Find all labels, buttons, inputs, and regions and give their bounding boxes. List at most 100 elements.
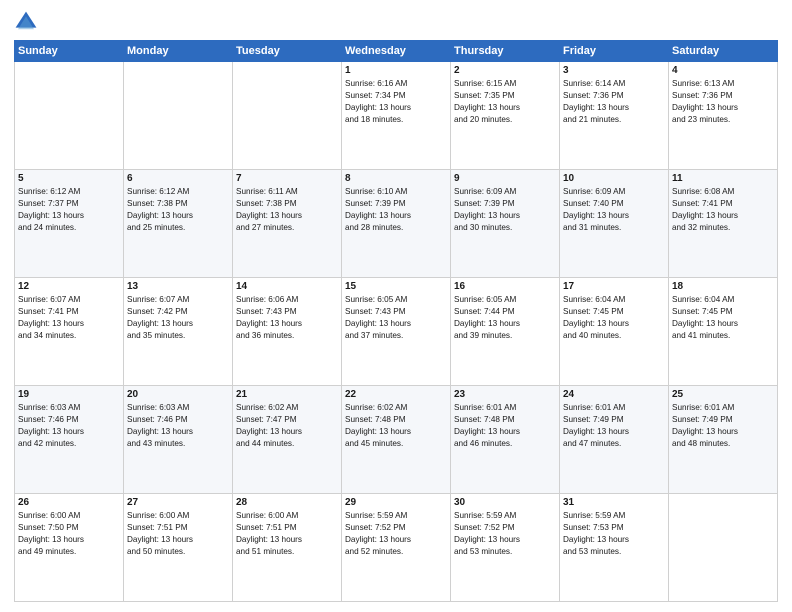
day-cell	[669, 494, 778, 602]
day-info: Sunrise: 6:04 AM Sunset: 7:45 PM Dayligh…	[563, 294, 665, 342]
day-info: Sunrise: 6:00 AM Sunset: 7:50 PM Dayligh…	[18, 510, 120, 558]
day-cell: 26 Sunrise: 6:00 AM Sunset: 7:50 PM Dayli…	[15, 494, 124, 602]
day-number: 14	[236, 281, 338, 292]
day-info: Sunrise: 6:05 AM Sunset: 7:43 PM Dayligh…	[345, 294, 447, 342]
day-info: Sunrise: 5:59 AM Sunset: 7:52 PM Dayligh…	[345, 510, 447, 558]
day-cell: 11Sunrise: 6:08 AM Sunset: 7:41 PM Dayli…	[669, 170, 778, 278]
day-info: Sunrise: 6:09 AM Sunset: 7:39 PM Dayligh…	[454, 186, 556, 234]
weekday-sunday: Sunday	[15, 41, 124, 62]
weekday-monday: Monday	[124, 41, 233, 62]
day-number: 13	[127, 281, 229, 292]
day-cell: 6 Sunrise: 6:12 AM Sunset: 7:38 PM Daylig…	[124, 170, 233, 278]
day-info: Sunrise: 6:14 AM Sunset: 7:36 PM Dayligh…	[563, 78, 665, 126]
day-cell: 10 Sunrise: 6:09 AM Sunset: 7:40 PM Dayli…	[560, 170, 669, 278]
day-number: 23	[454, 389, 556, 400]
day-number: 17	[563, 281, 665, 292]
day-number: 11	[672, 173, 774, 184]
day-cell: 18Sunrise: 6:04 AM Sunset: 7:45 PM Dayli…	[669, 278, 778, 386]
day-info: Sunrise: 6:01 AM Sunset: 7:48 PM Dayligh…	[454, 402, 556, 450]
day-cell: 24Sunrise: 6:01 AM Sunset: 7:49 PM Dayli…	[560, 386, 669, 494]
day-info: Sunrise: 5:59 AM Sunset: 7:52 PM Dayligh…	[454, 510, 556, 558]
day-cell: 3 Sunrise: 6:14 AM Sunset: 7:36 PM Daylig…	[560, 62, 669, 170]
weekday-tuesday: Tuesday	[233, 41, 342, 62]
day-cell: 29 Sunrise: 5:59 AM Sunset: 7:52 PM Dayli…	[342, 494, 451, 602]
weekday-thursday: Thursday	[451, 41, 560, 62]
day-cell: 8 Sunrise: 6:10 AM Sunset: 7:39 PM Daylig…	[342, 170, 451, 278]
day-cell	[15, 62, 124, 170]
week-row-4: 19Sunrise: 6:03 AM Sunset: 7:46 PM Dayli…	[15, 386, 778, 494]
day-number: 19	[18, 389, 120, 400]
day-info: Sunrise: 6:12 AM Sunset: 7:38 PM Dayligh…	[127, 186, 229, 234]
day-number: 6	[127, 173, 229, 184]
day-info: Sunrise: 6:01 AM Sunset: 7:49 PM Dayligh…	[672, 402, 774, 450]
day-cell: 23 Sunrise: 6:01 AM Sunset: 7:48 PM Dayli…	[451, 386, 560, 494]
day-number: 3	[563, 65, 665, 76]
weekday-wednesday: Wednesday	[342, 41, 451, 62]
day-number: 21	[236, 389, 338, 400]
day-cell: 17 Sunrise: 6:04 AM Sunset: 7:45 PM Dayli…	[560, 278, 669, 386]
day-info: Sunrise: 6:02 AM Sunset: 7:48 PM Dayligh…	[345, 402, 447, 450]
day-cell: 28Sunrise: 6:00 AM Sunset: 7:51 PM Dayli…	[233, 494, 342, 602]
day-number: 18	[672, 281, 774, 292]
weekday-header-row: SundayMondayTuesdayWednesdayThursdayFrid…	[15, 41, 778, 62]
day-info: Sunrise: 6:10 AM Sunset: 7:39 PM Dayligh…	[345, 186, 447, 234]
day-cell: 27 Sunrise: 6:00 AM Sunset: 7:51 PM Dayli…	[124, 494, 233, 602]
day-info: Sunrise: 6:07 AM Sunset: 7:41 PM Dayligh…	[18, 294, 120, 342]
day-cell	[233, 62, 342, 170]
day-number: 28	[236, 497, 338, 508]
day-cell: 16 Sunrise: 6:05 AM Sunset: 7:44 PM Dayli…	[451, 278, 560, 386]
day-number: 25	[672, 389, 774, 400]
header	[14, 10, 778, 34]
day-info: Sunrise: 6:16 AM Sunset: 7:34 PM Dayligh…	[345, 78, 447, 126]
day-cell: 5Sunrise: 6:12 AM Sunset: 7:37 PM Daylig…	[15, 170, 124, 278]
day-cell: 1 Sunrise: 6:16 AM Sunset: 7:34 PM Daylig…	[342, 62, 451, 170]
day-number: 22	[345, 389, 447, 400]
day-number: 27	[127, 497, 229, 508]
day-info: Sunrise: 6:02 AM Sunset: 7:47 PM Dayligh…	[236, 402, 338, 450]
day-number: 5	[18, 173, 120, 184]
day-info: Sunrise: 6:13 AM Sunset: 7:36 PM Dayligh…	[672, 78, 774, 126]
day-cell: 9 Sunrise: 6:09 AM Sunset: 7:39 PM Daylig…	[451, 170, 560, 278]
day-cell: 25 Sunrise: 6:01 AM Sunset: 7:49 PM Dayli…	[669, 386, 778, 494]
day-number: 15	[345, 281, 447, 292]
day-info: Sunrise: 6:00 AM Sunset: 7:51 PM Dayligh…	[127, 510, 229, 558]
day-cell: 2 Sunrise: 6:15 AM Sunset: 7:35 PM Daylig…	[451, 62, 560, 170]
day-number: 12	[18, 281, 120, 292]
week-row-2: 5Sunrise: 6:12 AM Sunset: 7:37 PM Daylig…	[15, 170, 778, 278]
day-cell: 13 Sunrise: 6:07 AM Sunset: 7:42 PM Dayli…	[124, 278, 233, 386]
week-row-1: 1 Sunrise: 6:16 AM Sunset: 7:34 PM Daylig…	[15, 62, 778, 170]
day-cell: 15 Sunrise: 6:05 AM Sunset: 7:43 PM Dayli…	[342, 278, 451, 386]
day-number: 16	[454, 281, 556, 292]
day-number: 30	[454, 497, 556, 508]
day-cell	[124, 62, 233, 170]
day-info: Sunrise: 6:11 AM Sunset: 7:38 PM Dayligh…	[236, 186, 338, 234]
weekday-saturday: Saturday	[669, 41, 778, 62]
day-number: 8	[345, 173, 447, 184]
day-info: Sunrise: 6:15 AM Sunset: 7:35 PM Dayligh…	[454, 78, 556, 126]
day-cell: 30 Sunrise: 5:59 AM Sunset: 7:52 PM Dayli…	[451, 494, 560, 602]
day-info: Sunrise: 6:07 AM Sunset: 7:42 PM Dayligh…	[127, 294, 229, 342]
day-number: 4	[672, 65, 774, 76]
day-cell: 22 Sunrise: 6:02 AM Sunset: 7:48 PM Dayli…	[342, 386, 451, 494]
logo	[14, 10, 42, 34]
day-number: 1	[345, 65, 447, 76]
day-info: Sunrise: 6:09 AM Sunset: 7:40 PM Dayligh…	[563, 186, 665, 234]
week-row-3: 12 Sunrise: 6:07 AM Sunset: 7:41 PM Dayli…	[15, 278, 778, 386]
day-number: 26	[18, 497, 120, 508]
day-number: 2	[454, 65, 556, 76]
day-info: Sunrise: 6:06 AM Sunset: 7:43 PM Dayligh…	[236, 294, 338, 342]
day-info: Sunrise: 6:05 AM Sunset: 7:44 PM Dayligh…	[454, 294, 556, 342]
day-number: 31	[563, 497, 665, 508]
day-cell: 31Sunrise: 5:59 AM Sunset: 7:53 PM Dayli…	[560, 494, 669, 602]
calendar-table: SundayMondayTuesdayWednesdayThursdayFrid…	[14, 40, 778, 602]
day-number: 24	[563, 389, 665, 400]
day-number: 7	[236, 173, 338, 184]
week-row-5: 26 Sunrise: 6:00 AM Sunset: 7:50 PM Dayli…	[15, 494, 778, 602]
day-number: 10	[563, 173, 665, 184]
day-cell: 14 Sunrise: 6:06 AM Sunset: 7:43 PM Dayli…	[233, 278, 342, 386]
day-number: 29	[345, 497, 447, 508]
day-cell: 12 Sunrise: 6:07 AM Sunset: 7:41 PM Dayli…	[15, 278, 124, 386]
day-number: 20	[127, 389, 229, 400]
logo-icon	[14, 10, 38, 34]
day-number: 9	[454, 173, 556, 184]
